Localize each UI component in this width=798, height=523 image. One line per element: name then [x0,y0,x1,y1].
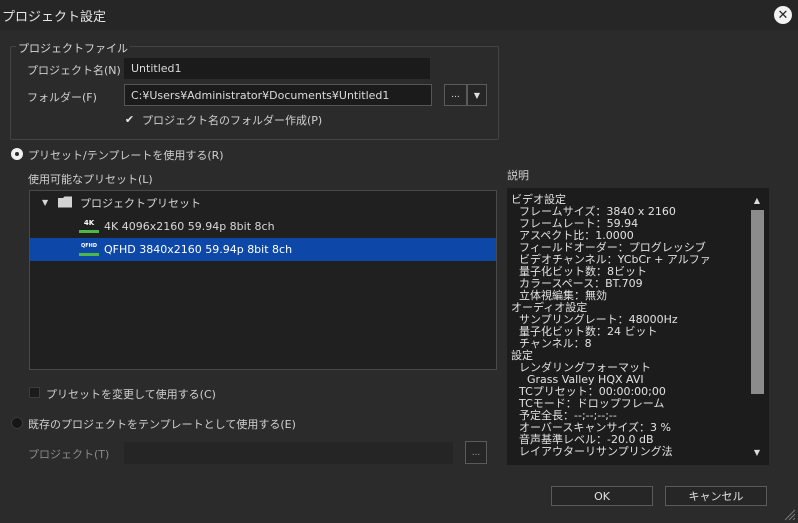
desc-line: レイアウターリサンプリング法 [519,445,673,458]
cancel-button[interactable]: キャンセル [665,486,767,506]
project-name-label: プロジェクト名(N) [27,64,121,77]
title-bar [0,0,798,30]
use-preset-label: プリセット/テンプレートを使用する(R) [28,149,224,162]
scroll-up-icon[interactable]: ▲ [749,196,765,205]
create-folder-label: プロジェクト名のフォルダー作成(P) [142,114,323,127]
use-existing-project-radio[interactable] [11,417,23,429]
close-icon[interactable]: ✕ [774,6,792,24]
tree-root-label: プロジェクトプリセット [80,196,201,210]
modify-preset-checkbox[interactable] [29,387,40,398]
scroll-down-icon[interactable]: ▼ [749,448,765,457]
folder-input[interactable]: C:¥Users¥Administrator¥Documents¥Untitle… [124,84,432,106]
preset-qfhd-badge-icon: QFHD [79,241,99,256]
folder-label: フォルダー(F) [27,91,97,104]
preset-tree[interactable]: ▼ プロジェクトプリセット 4K 4K 4096x2160 59.94p 8bi… [29,190,497,370]
tree-item-preset-selected[interactable]: QFHD QFHD 3840x2160 59.94p 8bit 8ch [30,238,496,261]
preset-item-label: 4K 4096x2160 59.94p 8bit 8ch [104,220,275,233]
use-existing-project-label: 既存のプロジェクトをテンプレートとして使用する(E) [28,418,296,431]
tree-root-project-presets[interactable]: ▼ プロジェクトプリセット [30,191,496,214]
folder-history-dropdown-icon[interactable]: ▼ [467,84,487,106]
ok-button[interactable]: OK [551,486,653,506]
description-panel[interactable]: ビデオ設定 フレームサイズ：3840 x 2160 フレームレート：59.94 … [507,188,769,465]
resize-grip-icon[interactable] [782,507,796,521]
preset-4k-badge-icon: 4K [79,218,99,233]
project-template-browse-button[interactable]: ... [465,441,487,464]
description-scrollbar-thumb[interactable] [751,210,764,394]
create-folder-checkbox[interactable]: ✔ [124,113,135,126]
preset-item-label: QFHD 3840x2160 59.94p 8bit 8ch [104,243,293,256]
folder-browse-button[interactable]: ... [444,84,467,106]
project-template-input[interactable] [124,442,453,464]
description-label: 説明 [507,169,529,182]
available-presets-label: 使用可能なプリセット(L) [28,173,153,186]
project-template-label: プロジェクト(T) [28,448,110,461]
project-file-group-label: プロジェクトファイル [16,40,130,56]
project-name-input[interactable]: Untitled1 [124,58,430,79]
window-title: プロジェクト設定 [2,10,107,25]
use-preset-radio[interactable] [11,148,23,160]
expand-arrow-icon[interactable]: ▼ [42,198,48,207]
tree-item-preset[interactable]: 4K 4K 4096x2160 59.94p 8bit 8ch [30,215,496,238]
modify-preset-label: プリセットを変更して使用する(C) [46,388,216,401]
folder-icon [58,196,72,208]
